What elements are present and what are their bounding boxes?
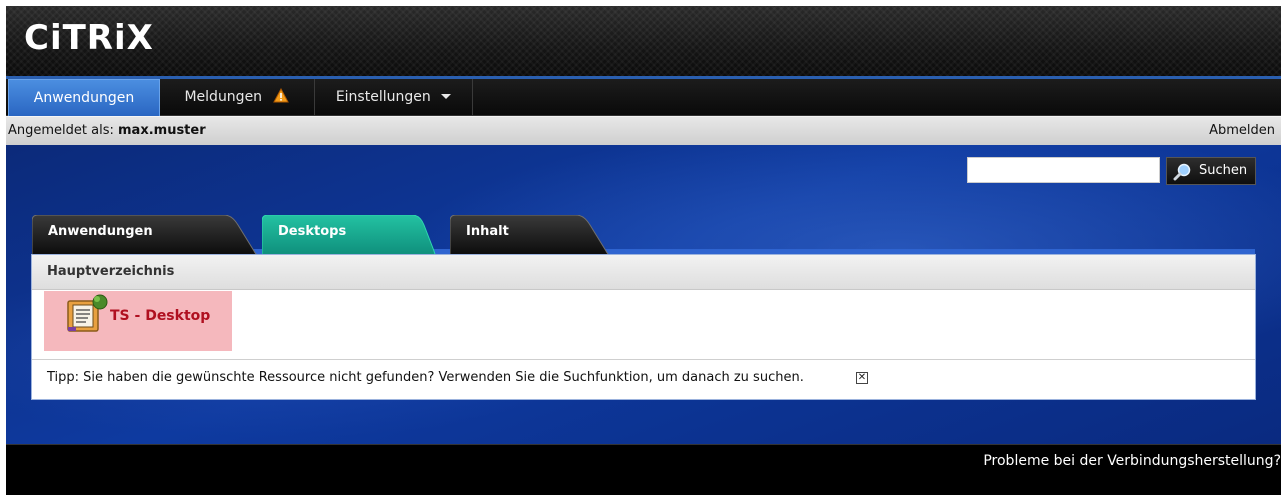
resource-label: TS - Desktop <box>110 308 211 324</box>
username: max.muster <box>118 123 206 138</box>
panel-header: Hauptverzeichnis <box>32 255 1255 290</box>
resource-ts-desktop[interactable]: TS - Desktop <box>44 291 232 351</box>
warning-icon <box>272 81 289 117</box>
tab-inhalt-label: Inhalt <box>466 224 509 239</box>
header: CiTRiX <box>6 6 1281 76</box>
nav-einstellungen[interactable]: Einstellungen <box>315 79 473 115</box>
tab-anwendungen-label: Anwendungen <box>48 224 153 239</box>
footer: Probleme bei der Verbindungsherstellung? <box>6 444 1281 495</box>
resource-panel: Hauptverzeichnis TS - Desktop Tipp: Sie … <box>32 255 1255 399</box>
main-area: Suchen Anwendungen Desktops Inhalt Haupt… <box>6 145 1281 444</box>
nav-meldungen-label: Meldungen <box>184 89 263 105</box>
search-button-label: Suchen <box>1199 163 1248 178</box>
desktop-resource-icon <box>66 293 110 339</box>
tab-anwendungen[interactable]: Anwendungen <box>32 215 258 255</box>
tab-desktops-label: Desktops <box>278 224 347 239</box>
logout-link[interactable]: Abmelden <box>1209 117 1275 145</box>
nav-meldungen[interactable]: Meldungen <box>159 79 315 115</box>
citrix-logo: CiTRiX <box>24 18 154 58</box>
panel-title: Hauptverzeichnis <box>47 264 175 279</box>
citrix-portal: CiTRiX Anwendungen Meldungen Einstellung… <box>6 6 1281 495</box>
search-input[interactable] <box>967 157 1160 183</box>
nav-anwendungen-label: Anwendungen <box>33 90 135 106</box>
close-icon[interactable]: ✕ <box>856 372 868 384</box>
connection-help-link[interactable]: Probleme bei der Verbindungsherstellung? <box>983 453 1281 469</box>
user-bar: Angemeldet als: max.muster Abmelden <box>6 116 1281 146</box>
logged-in-as: Angemeldet als: max.muster <box>8 117 206 145</box>
nav-anwendungen[interactable]: Anwendungen <box>8 79 160 117</box>
nav-einstellungen-label: Einstellungen <box>335 89 431 105</box>
tip-text: Tipp: Sie haben die gewünschte Ressource… <box>47 370 804 385</box>
tab-inhalt[interactable]: Inhalt <box>450 215 610 255</box>
search-button[interactable]: Suchen <box>1166 157 1256 185</box>
logo-text: CiTRiX <box>24 18 154 58</box>
caret-down-icon <box>441 94 452 99</box>
top-navigation: Anwendungen Meldungen Einstellungen <box>6 79 1281 117</box>
logged-in-prefix: Angemeldet als: <box>8 123 118 138</box>
tab-desktops[interactable]: Desktops <box>262 215 436 255</box>
magnifier-icon <box>1173 163 1193 191</box>
